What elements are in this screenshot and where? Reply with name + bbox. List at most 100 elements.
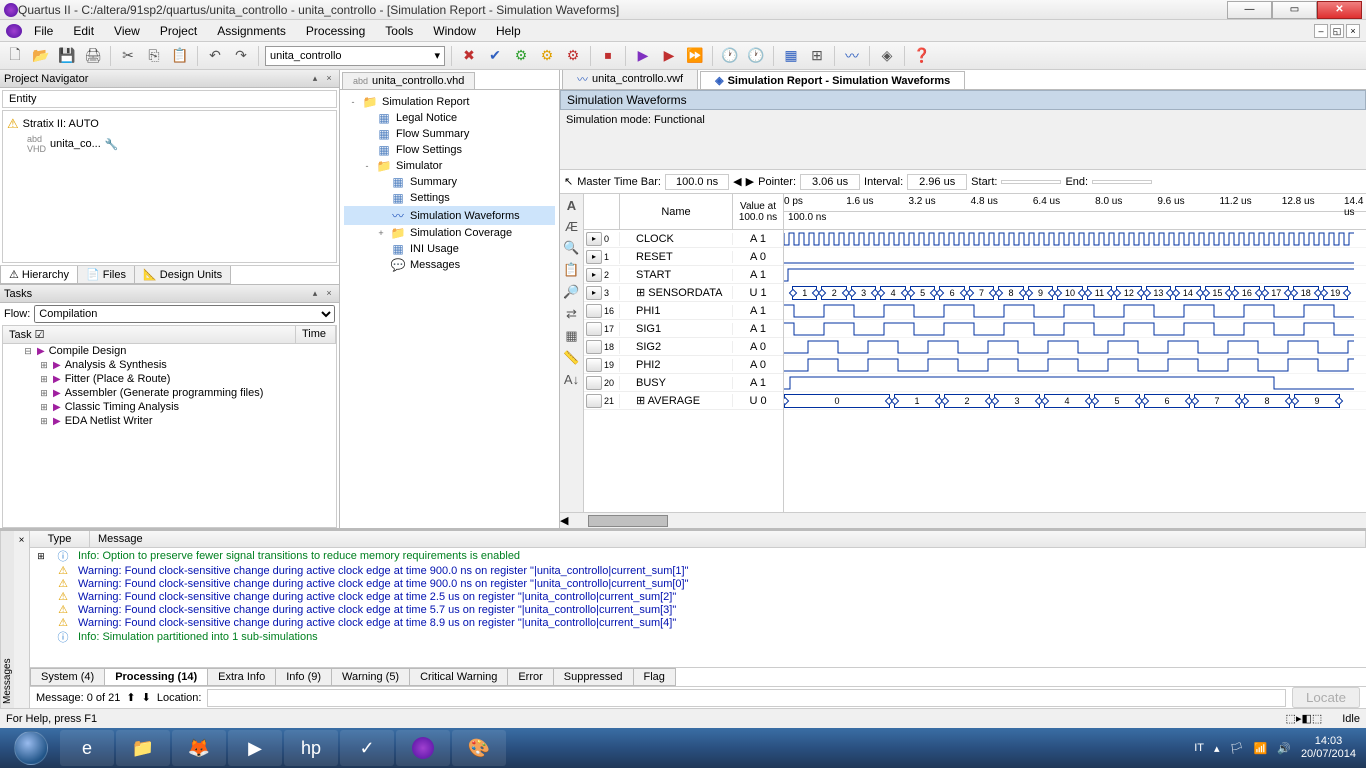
report-tree-item[interactable]: 💬Messages	[344, 257, 555, 273]
timebar-value[interactable]: 100.0 ns	[665, 174, 729, 190]
locate-button[interactable]: Locate	[1292, 687, 1360, 708]
taskbar-paint-icon[interactable]: 🎨	[452, 730, 506, 766]
gear3-icon[interactable]: ⚙	[562, 45, 584, 67]
mdi-close-button[interactable]: ×	[1346, 24, 1360, 38]
waveform-area[interactable]: 123456789101112131415161718190123456789	[784, 230, 1366, 410]
message-tab[interactable]: System (4)	[30, 668, 105, 686]
panel-close-icon[interactable]: ×	[323, 73, 335, 84]
taskbar-quartus-icon[interactable]	[396, 730, 450, 766]
taskbar-app1-icon[interactable]: ✓	[340, 730, 394, 766]
flow-select[interactable]: Compilation	[34, 305, 335, 323]
check-icon[interactable]: ✔	[484, 45, 506, 67]
report-tree-item[interactable]: +📁Simulation Coverage	[344, 225, 555, 241]
message-tab[interactable]: Info (9)	[275, 668, 332, 686]
report-tree-item[interactable]: -📁Simulator	[344, 158, 555, 174]
taskbar-explorer-icon[interactable]: 📁	[116, 730, 170, 766]
msg-down-icon[interactable]: ⬇	[142, 691, 151, 704]
report-tree-item[interactable]: ▦Flow Settings	[344, 142, 555, 158]
start-button[interactable]	[4, 730, 58, 766]
waveform-scrollbar[interactable]: ◀	[560, 512, 1366, 528]
save-icon[interactable]: 💾	[56, 45, 78, 67]
signal-row[interactable]: ▸0CLOCKA 1	[584, 230, 783, 248]
time-ruler[interactable]: 0 ps1.6 us3.2 us4.8 us6.4 us8.0 us9.6 us…	[784, 194, 1366, 212]
tasks-table[interactable]: Task ☑ Time ⊟▶Compile Design⊞▶Analysis &…	[2, 325, 337, 528]
message-tab[interactable]: Warning (5)	[331, 668, 410, 686]
simulation-report-tab[interactable]: ◈Simulation Report - Simulation Waveform…	[700, 71, 965, 89]
messages-close-icon[interactable]: ×	[14, 531, 30, 708]
zoom-tool-icon[interactable]: 🔍	[563, 240, 579, 256]
play-stop-icon[interactable]: ▶	[658, 45, 680, 67]
message-tab[interactable]: Error	[507, 668, 553, 686]
sort-tool-icon[interactable]: A↓	[564, 372, 579, 387]
project-combo[interactable]: unita_controllo▾	[265, 46, 445, 66]
taskbar-firefox-icon[interactable]: 🦊	[172, 730, 226, 766]
entity-name[interactable]: unita_co...	[50, 138, 101, 150]
taskbar-hp-icon[interactable]: hp	[284, 730, 338, 766]
report-tree-item[interactable]: -📁Simulation Report	[344, 94, 555, 110]
tray-up-icon[interactable]: ▴	[1214, 742, 1220, 755]
menu-file[interactable]: File	[26, 22, 61, 40]
minimize-button[interactable]: —	[1227, 1, 1272, 19]
panel-pin-icon[interactable]: ▴	[309, 73, 321, 84]
tray-network-icon[interactable]: 📶	[1254, 742, 1268, 755]
menu-view[interactable]: View	[106, 22, 148, 40]
report-tree-item[interactable]: ▦Settings	[344, 190, 555, 206]
text-tool-icon[interactable]: A	[567, 198, 576, 213]
extra-icon[interactable]: ◈	[876, 45, 898, 67]
message-tab[interactable]: Processing (14)	[104, 668, 208, 686]
signal-row[interactable]: 17SIG1A 1	[584, 320, 783, 338]
menu-project[interactable]: Project	[152, 22, 205, 40]
signal-row[interactable]: 20BUSYA 1	[584, 374, 783, 392]
fast-forward-icon[interactable]: ⏩	[684, 45, 706, 67]
play-icon[interactable]: ▶	[632, 45, 654, 67]
cancel-icon[interactable]: ✖	[458, 45, 480, 67]
message-row[interactable]: ⚠Warning: Found clock-sensitive change d…	[30, 564, 1366, 577]
timebar-left-icon[interactable]: ◀	[733, 175, 741, 188]
project-tree[interactable]: ⚠Stratix II: AUTO abdVHDunita_co...🔧	[2, 110, 337, 263]
help-icon[interactable]: ❓	[911, 45, 933, 67]
panel-pin-icon[interactable]: ▴	[309, 288, 321, 299]
end-value[interactable]	[1092, 180, 1152, 184]
message-tab[interactable]: Critical Warning	[409, 668, 508, 686]
find-tool-icon[interactable]: 🔎	[563, 284, 579, 300]
signal-row[interactable]: ▸3⊞ SENSORDATAU 1	[584, 284, 783, 302]
hierarchy-tab[interactable]: ⚠ Hierarchy	[0, 266, 78, 284]
menu-tools[interactable]: Tools	[377, 22, 421, 40]
panel-close-icon[interactable]: ×	[323, 288, 335, 299]
print-icon[interactable]: 🖨	[82, 45, 104, 67]
lang-indicator[interactable]: IT	[1194, 742, 1204, 754]
report-tree[interactable]: -📁Simulation Report▦Legal Notice▦Flow Su…	[340, 90, 559, 528]
timebar-right-icon[interactable]: ▶	[746, 175, 754, 188]
location-input[interactable]	[207, 689, 1285, 707]
message-row[interactable]: ⊞ⓘInfo: Option to preserve fewer signal …	[30, 548, 1366, 564]
task-row[interactable]: ⊞▶Analysis & Synthesis	[3, 358, 336, 372]
chip-icon[interactable]: ▦	[780, 45, 802, 67]
report-tree-item[interactable]: ▦Legal Notice	[344, 110, 555, 126]
clock2-icon[interactable]: 🕐	[745, 45, 767, 67]
mdi-restore-button[interactable]: ◱	[1330, 24, 1344, 38]
message-row[interactable]: ⚠Warning: Found clock-sensitive change d…	[30, 577, 1366, 590]
menu-assignments[interactable]: Assignments	[209, 22, 294, 40]
tray-volume-icon[interactable]: 🔊	[1277, 742, 1291, 755]
vhd-tab[interactable]: abdunita_controllo.vhd	[342, 72, 475, 89]
task-row[interactable]: ⊟▶Compile Design	[3, 344, 336, 358]
message-tab[interactable]: Suppressed	[553, 668, 634, 686]
taskbar-ie-icon[interactable]: e	[60, 730, 114, 766]
arrows-tool-icon[interactable]: ⇄	[566, 306, 577, 322]
gear2-icon[interactable]: ⚙	[536, 45, 558, 67]
signal-row[interactable]: 18SIG2A 0	[584, 338, 783, 356]
msg-up-icon[interactable]: ⬆	[126, 691, 135, 704]
tray-flag-icon[interactable]: 🏳	[1230, 742, 1244, 755]
signal-row[interactable]: 21⊞ AVERAGEU 0	[584, 392, 783, 410]
report-tree-item[interactable]: ▦Summary	[344, 174, 555, 190]
close-button[interactable]: ✕	[1317, 1, 1362, 19]
taskbar-clock[interactable]: 14:03 20/07/2014	[1301, 735, 1356, 761]
undo-icon[interactable]: ↶	[204, 45, 226, 67]
menu-window[interactable]: Window	[425, 22, 484, 40]
signal-row[interactable]: 16PHI1A 1	[584, 302, 783, 320]
report-tree-item[interactable]: 〰Simulation Waveforms	[344, 206, 555, 225]
clipboard-tool-icon[interactable]: 📋	[563, 262, 579, 278]
message-row[interactable]: ⚠Warning: Found clock-sensitive change d…	[30, 616, 1366, 629]
report-tree-item[interactable]: ▦Flow Summary	[344, 126, 555, 142]
app-menu-icon[interactable]	[6, 24, 22, 38]
